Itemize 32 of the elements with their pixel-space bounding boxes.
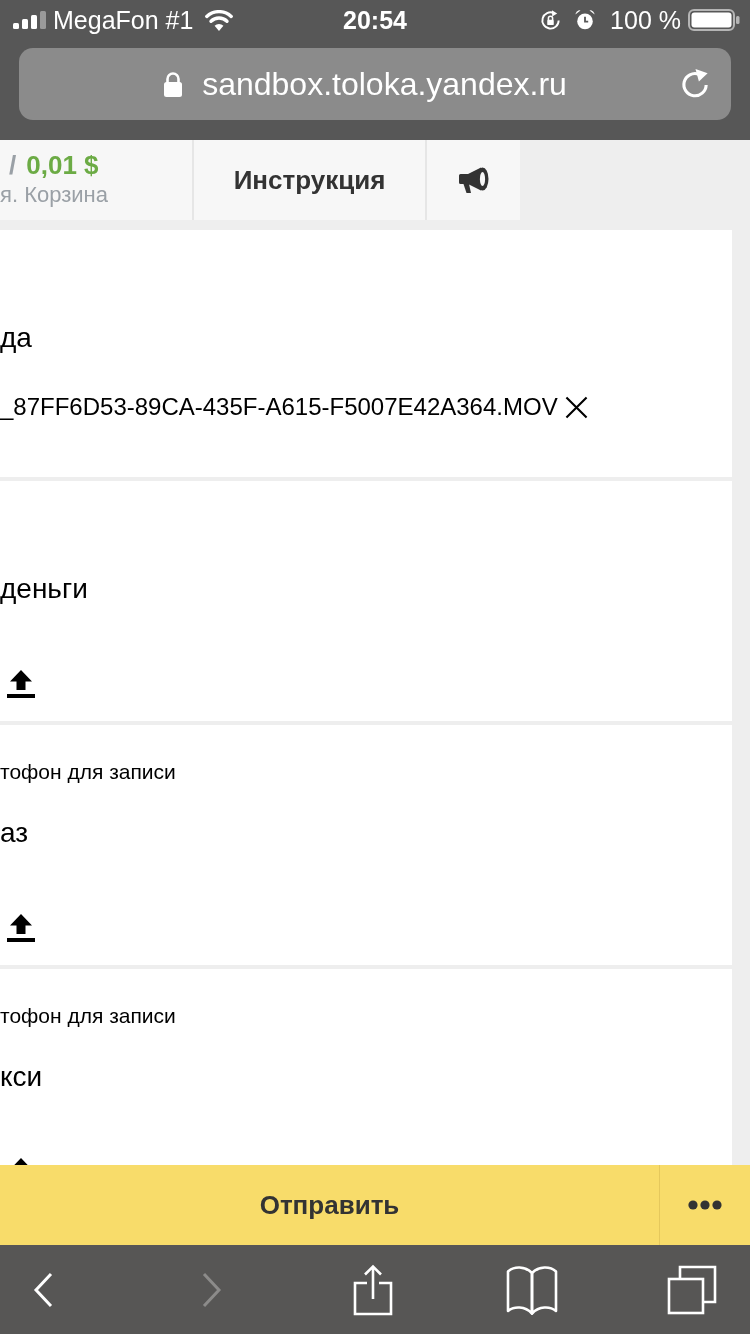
announcement-button[interactable] xyxy=(427,140,520,220)
separator-text: / xyxy=(9,150,17,180)
book-icon[interactable] xyxy=(506,1263,558,1316)
upload-icon[interactable] xyxy=(7,670,35,698)
lock-icon xyxy=(163,71,184,97)
hint-text: тофон для записи xyxy=(0,759,177,785)
question-title: деньги xyxy=(0,572,89,606)
share-icon[interactable] xyxy=(353,1263,393,1316)
back-icon[interactable] xyxy=(33,1271,53,1308)
more-icon xyxy=(688,1200,722,1210)
question-title: аз xyxy=(0,816,30,850)
hint-text: тофон для записи xyxy=(0,1003,177,1029)
question-title: да xyxy=(0,321,33,355)
close-icon[interactable] xyxy=(564,395,588,419)
instructions-tab[interactable]: Инструкция xyxy=(194,140,427,220)
battery-icon xyxy=(688,9,740,31)
pool-name: я. Корзина xyxy=(0,181,108,209)
clock-time: 20:54 xyxy=(343,5,407,35)
megaphone-icon xyxy=(457,166,490,194)
reward-amount: 0,01 $ xyxy=(26,150,99,180)
battery-percent: 100 % xyxy=(610,5,681,35)
orientation-lock-icon xyxy=(539,8,563,32)
question-title: кси xyxy=(0,1060,44,1094)
alarm-clock-icon xyxy=(574,9,597,31)
wifi-icon xyxy=(205,9,234,31)
url-text: sandbox.toloka.yandex.ru xyxy=(202,65,567,103)
file-name: _87FF6D53-89CA-435F-A615-F5007E42A364.MOV xyxy=(0,393,558,421)
upload-icon[interactable] xyxy=(7,914,35,942)
carrier-name: MegaFon #1 xyxy=(53,5,194,35)
signal-icon xyxy=(13,11,47,29)
tabs-icon[interactable] xyxy=(667,1264,717,1315)
reload-icon[interactable] xyxy=(680,68,711,100)
